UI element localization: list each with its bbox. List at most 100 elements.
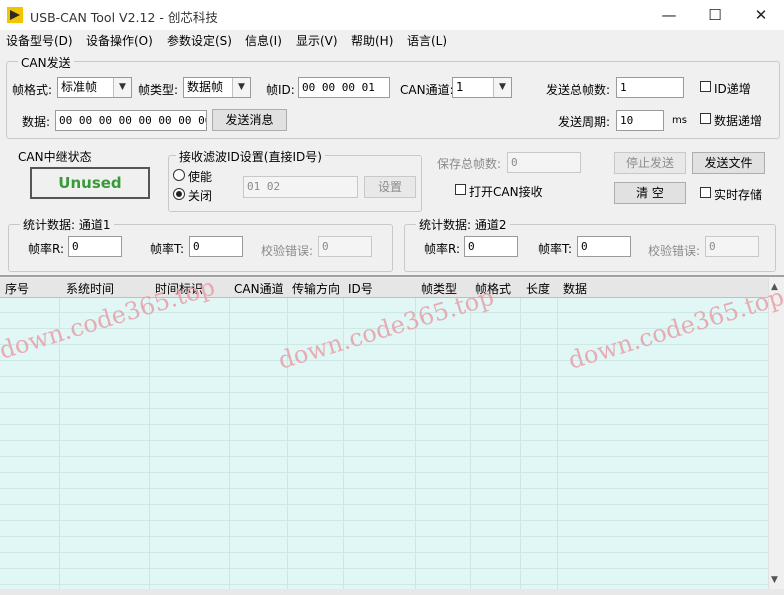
table-row xyxy=(0,376,768,377)
period-unit: ms xyxy=(672,115,687,126)
minimize-button[interactable]: — xyxy=(646,0,692,30)
horizontal-scrollbar[interactable] xyxy=(0,589,784,595)
chevron-down-icon: ▼ xyxy=(493,78,511,97)
frame-format-value: 标准帧 xyxy=(61,80,98,94)
table-row xyxy=(0,488,768,489)
column-divider xyxy=(287,278,288,589)
filter-group-label: 接收滤波ID设置(直接ID号) xyxy=(176,148,325,165)
frame-type-value: 数据帧 xyxy=(187,80,224,94)
stats1-rx-value: 0 xyxy=(68,236,122,257)
column-divider xyxy=(343,278,344,589)
data-label: 数据: xyxy=(22,115,51,129)
id-increment-checkbox[interactable] xyxy=(700,81,711,92)
menu-parameter-settings[interactable]: 参数设定(S) xyxy=(167,32,232,49)
table-header xyxy=(0,278,768,298)
window-title: USB-CAN Tool V2.12 - 创芯科技 xyxy=(30,10,218,25)
stats1-tx-label: 帧率T: xyxy=(150,242,185,256)
close-button[interactable]: ✕ xyxy=(738,0,784,30)
table-row xyxy=(0,584,768,585)
menu-language[interactable]: 语言(L) xyxy=(407,32,447,49)
table-separator xyxy=(0,275,784,277)
filter-enable-label: 使能 xyxy=(188,170,213,184)
relay-status-display: Unused xyxy=(30,167,150,199)
column-header-length[interactable]: 长度 xyxy=(526,280,550,297)
menu-help[interactable]: 帮助(H) xyxy=(351,32,393,49)
stats2-err-label: 校验错误: xyxy=(648,244,701,258)
stop-send-button[interactable]: 停止发送 xyxy=(614,152,686,174)
table-row xyxy=(0,424,768,425)
send-period-input[interactable]: 10 xyxy=(616,110,664,131)
stats2-rx-value: 0 xyxy=(464,236,518,257)
clear-button[interactable]: 清 空 xyxy=(614,182,686,204)
menu-device-operation[interactable]: 设备操作(O) xyxy=(86,32,153,49)
menu-view[interactable]: 显示(V) xyxy=(296,32,338,49)
data-input[interactable]: 00 00 00 00 00 00 00 00 xyxy=(55,110,207,131)
save-total-label: 保存总帧数: xyxy=(437,157,502,171)
column-header-can-channel[interactable]: CAN通道 xyxy=(234,280,284,297)
table-row xyxy=(0,504,768,505)
table-row xyxy=(0,408,768,409)
realtime-save-label: 实时存储 xyxy=(714,188,763,202)
frame-id-input[interactable]: 00 00 00 01 xyxy=(298,77,390,98)
column-divider xyxy=(557,278,558,589)
table-row xyxy=(0,568,768,569)
stats1-err-value: 0 xyxy=(318,236,372,257)
save-total-input: 0 xyxy=(507,152,581,173)
column-header-id[interactable]: ID号 xyxy=(348,280,373,297)
frame-id-label: 帧ID: xyxy=(266,83,295,97)
stats1-tx-value: 0 xyxy=(189,236,243,257)
table-row xyxy=(0,472,768,473)
column-header-system-time[interactable]: 系统时间 xyxy=(66,280,114,297)
filter-disable-radio[interactable] xyxy=(173,188,185,200)
chevron-down-icon: ▼ xyxy=(232,78,250,97)
column-divider xyxy=(470,278,471,589)
open-can-receive-checkbox[interactable] xyxy=(455,184,466,195)
column-divider xyxy=(229,278,230,589)
filter-set-button[interactable]: 设置 xyxy=(364,176,416,198)
stats1-rx-label: 帧率R: xyxy=(28,242,65,256)
column-divider xyxy=(149,278,150,589)
data-increment-label: 数据递增 xyxy=(714,114,763,128)
table-row xyxy=(0,392,768,393)
app-icon xyxy=(7,7,23,23)
send-file-button[interactable]: 发送文件 xyxy=(692,152,765,174)
total-frames-label: 发送总帧数: xyxy=(546,83,611,97)
stats2-rx-label: 帧率R: xyxy=(424,242,461,256)
stats2-tx-label: 帧率T: xyxy=(538,242,573,256)
filter-enable-radio[interactable] xyxy=(173,169,185,181)
can-channel-select[interactable]: 1 ▼ xyxy=(452,77,512,98)
can-channel-value: 1 xyxy=(456,80,464,94)
chevron-down-icon: ▼ xyxy=(113,78,131,97)
stats2-tx-value: 0 xyxy=(577,236,631,257)
table-row xyxy=(0,552,768,553)
can-channel-label: CAN通道: xyxy=(400,83,454,97)
data-increment-checkbox[interactable] xyxy=(700,113,711,124)
maximize-button[interactable]: ☐ xyxy=(692,0,738,30)
total-frames-input[interactable]: 1 xyxy=(616,77,684,98)
frame-format-select[interactable]: 标准帧 ▼ xyxy=(57,77,132,98)
frame-type-label: 帧类型: xyxy=(138,83,179,97)
column-header-direction[interactable]: 传输方向 xyxy=(292,280,340,297)
table-row xyxy=(0,360,768,361)
send-message-button[interactable]: 发送消息 xyxy=(212,109,287,131)
can-send-group-label: CAN发送 xyxy=(18,54,74,71)
menu-info[interactable]: 信息(I) xyxy=(245,32,282,49)
column-header-index[interactable]: 序号 xyxy=(5,280,29,297)
scroll-down-icon[interactable]: ▼ xyxy=(771,575,778,585)
frame-type-select[interactable]: 数据帧 ▼ xyxy=(183,77,251,98)
vertical-scrollbar[interactable] xyxy=(768,278,784,589)
frame-format-label: 帧格式: xyxy=(12,83,53,97)
filter-ids-input[interactable]: 01 02 xyxy=(243,176,358,198)
stats-channel2-label: 统计数据: 通道2 xyxy=(416,216,510,233)
table-row xyxy=(0,536,768,537)
menu-device-model[interactable]: 设备型号(D) xyxy=(6,32,73,49)
table-row xyxy=(0,456,768,457)
open-can-receive-label: 打开CAN接收 xyxy=(469,185,543,199)
stats-channel1-label: 统计数据: 通道1 xyxy=(20,216,114,233)
column-divider xyxy=(520,278,521,589)
table-row xyxy=(0,440,768,441)
relay-status-label: CAN中继状态 xyxy=(18,150,92,164)
table-row xyxy=(0,520,768,521)
column-header-data[interactable]: 数据 xyxy=(563,280,587,297)
realtime-save-checkbox[interactable] xyxy=(700,187,711,198)
